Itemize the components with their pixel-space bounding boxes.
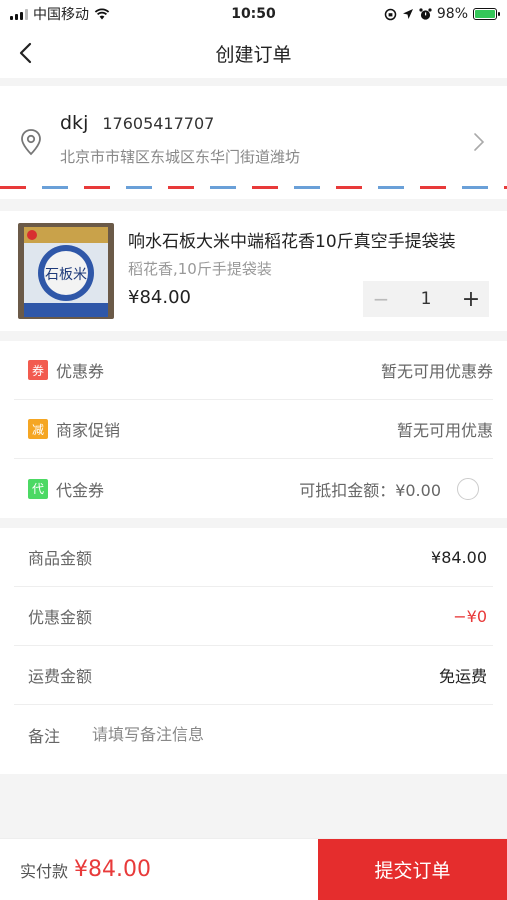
order-summary: 商品金额 ¥84.00 优惠金额 −¥0 运费金额 免运费 备注: [0, 528, 507, 774]
pay-label: 实付款: [20, 861, 69, 881]
quantity-stepper: − 1 +: [363, 281, 489, 317]
note-label: 备注: [28, 726, 61, 746]
coupon-value: 暂无可用优惠券: [380, 362, 493, 381]
address-detail: 北京市市辖区东城区东华门街道潍坊: [60, 148, 301, 166]
voucher-row: 代 代金券 可抵扣金额：¥0.00: [14, 459, 493, 518]
recipient-name: dkj: [60, 112, 89, 134]
product-spec: 稻花香,10斤手提袋装: [128, 260, 272, 278]
signal-icon: [10, 8, 28, 20]
decrease-button[interactable]: −: [363, 287, 399, 311]
coupon-tag-icon: 券: [28, 360, 48, 380]
voucher-radio[interactable]: [457, 477, 479, 500]
note-input[interactable]: [92, 725, 393, 744]
location-icon: [402, 9, 413, 19]
discount-amount-label: 优惠金额: [28, 608, 93, 627]
envelope-stripe: [0, 186, 507, 189]
product-image-label: 石板米: [45, 267, 87, 283]
shipping-row: 运费金额 免运费: [14, 646, 493, 705]
pay-amount: ¥84.00: [74, 857, 151, 882]
note-row: 备注: [14, 705, 493, 764]
battery-percent: 98%: [436, 6, 468, 22]
chevron-right-icon: [474, 133, 485, 151]
product-price: ¥84.00: [128, 287, 191, 308]
goods-amount-row: 商品金额 ¥84.00: [14, 528, 493, 587]
wifi-icon: [94, 8, 110, 20]
product-image[interactable]: 石板米: [18, 223, 114, 319]
promotion-tag-icon: 减: [28, 419, 48, 439]
address-card[interactable]: dkj 17605417707 北京市市辖区东城区东华门街道潍坊: [0, 86, 507, 199]
carrier-label: 中国移动: [33, 7, 89, 23]
quantity-value: 1: [420, 289, 432, 309]
status-bar: 中国移动 10:50 98%: [0, 0, 507, 28]
recipient-line: dkj 17605417707: [60, 112, 507, 134]
shipping-value: 免运费: [438, 667, 487, 686]
shipping-label: 运费金额: [28, 667, 93, 686]
status-right: 98%: [384, 6, 500, 22]
checkout-bar: 实付款 ¥84.00 提交订单: [0, 838, 507, 900]
back-chevron-icon[interactable]: [14, 40, 40, 66]
product-title[interactable]: 响水石板大米中端稻花香10斤真空手提袋装: [128, 227, 484, 252]
submit-order-button[interactable]: 提交订单: [318, 838, 507, 900]
discount-amount-row: 优惠金额 −¥0: [14, 587, 493, 646]
promotion-value: 暂无可用优惠: [396, 421, 493, 440]
battery-icon: [473, 8, 500, 20]
discount-amount-value: −¥0: [453, 606, 487, 626]
rotation-lock-icon: [384, 8, 397, 20]
nav-bar: 创建订单: [0, 28, 507, 78]
voucher-label: 代金券: [56, 480, 105, 500]
product-info: 响水石板大米中端稻花香10斤真空手提袋装 稻花香,10斤手提袋装 ¥84.00 …: [128, 223, 489, 319]
voucher-value: 可抵扣金额：¥0.00: [299, 480, 441, 500]
promotion-label: 商家促销: [56, 421, 121, 440]
goods-amount-label: 商品金额: [28, 549, 93, 568]
product-item: 石板米 响水石板大米中端稻花香10斤真空手提袋装 稻花香,10斤手提袋装 ¥84…: [0, 211, 507, 331]
discount-panel: 券 优惠券 暂无可用优惠券 减 商家促销 暂无可用优惠 代 代金券 可抵扣金额：…: [0, 341, 507, 518]
voucher-tag-icon: 代: [28, 478, 48, 499]
page-title: 创建订单: [215, 43, 292, 66]
alarm-icon: [419, 7, 432, 20]
coupon-label: 优惠券: [56, 362, 105, 381]
recipient-phone: 17605417707: [102, 114, 215, 133]
increase-button[interactable]: +: [453, 287, 489, 312]
location-pin-icon: [21, 129, 41, 156]
goods-amount-value: ¥84.00: [431, 547, 487, 567]
status-left: 中国移动: [10, 4, 110, 24]
coupon-row[interactable]: 券 优惠券 暂无可用优惠券: [14, 341, 493, 400]
promotion-row[interactable]: 减 商家促销 暂无可用优惠: [14, 400, 493, 459]
